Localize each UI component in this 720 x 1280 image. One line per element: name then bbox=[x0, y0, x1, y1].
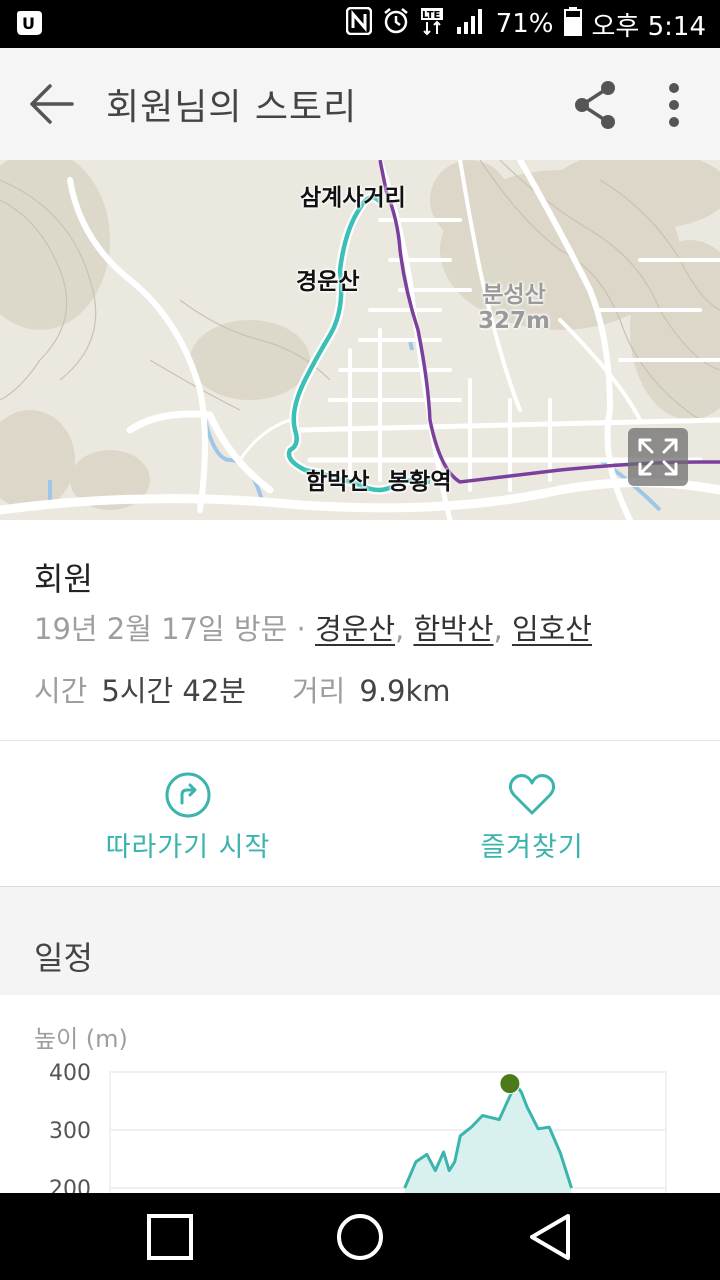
peak-separator: , bbox=[395, 612, 414, 646]
time-value: 5시간 42분 bbox=[101, 674, 246, 708]
follow-button[interactable]: 따라가기 시작 bbox=[8, 741, 368, 886]
map-label-hambaksan: 함박산 bbox=[306, 469, 370, 495]
back-nav-icon[interactable] bbox=[524, 1211, 576, 1263]
peak-link-2[interactable]: 함박산 bbox=[413, 612, 493, 646]
y-tick-label: 400 bbox=[49, 1061, 91, 1086]
elevation-chart: 높이 (m) 400 300 200 bbox=[0, 995, 720, 1193]
peak-marker bbox=[499, 1073, 521, 1095]
y-tick-label: 200 bbox=[49, 1177, 91, 1193]
visit-line: 19년 2월 17일 방문 · 경운산, 함박산, 임호산 bbox=[34, 606, 592, 648]
svg-text:LTE: LTE bbox=[422, 10, 441, 21]
alarm-icon bbox=[382, 7, 410, 42]
story-info: 회원 19년 2월 17일 방문 · 경운산, 함박산, 임호산 시간 5시간 4… bbox=[0, 520, 720, 741]
app-bar: 회원님의 스토리 bbox=[0, 48, 720, 160]
map-label-samgyesa: 삼계사거리 bbox=[300, 185, 406, 211]
page-title: 회원님의 스토리 bbox=[106, 87, 358, 128]
clock: 오후 5:14 bbox=[591, 11, 707, 42]
map-label-gyeongunsan: 경운산 bbox=[296, 269, 360, 295]
elevation-area bbox=[404, 1084, 572, 1193]
battery-percent: 71% bbox=[495, 9, 554, 39]
home-icon[interactable] bbox=[334, 1211, 386, 1263]
elevation-plot: 400 300 200 bbox=[49, 1061, 667, 1193]
map-label-bunseongsan-name: 분성산 bbox=[482, 282, 546, 308]
follow-label: 따라가기 시작 bbox=[105, 832, 271, 863]
peak-link-1[interactable]: 경운산 bbox=[315, 612, 395, 646]
distance-label: 거리 bbox=[292, 674, 346, 708]
status-bar: U LTE 71% 오후 5:14 bbox=[0, 0, 720, 48]
svg-text:U: U bbox=[22, 14, 35, 33]
more-vert-icon[interactable] bbox=[656, 78, 692, 132]
follow-arrow-icon bbox=[163, 771, 213, 819]
map-label-bonghwang-station: 봉황역 bbox=[388, 469, 452, 495]
signal-icon bbox=[456, 7, 486, 42]
expand-map-icon[interactable] bbox=[628, 428, 688, 486]
peak-separator: , bbox=[493, 612, 512, 646]
peak-link-3[interactable]: 임호산 bbox=[512, 612, 592, 646]
recent-apps-icon[interactable] bbox=[144, 1211, 196, 1263]
stats-line: 시간 5시간 42분 거리 9.9km bbox=[34, 668, 451, 710]
action-bar: 따라가기 시작 즐겨찾기 bbox=[0, 741, 720, 887]
share-icon[interactable] bbox=[570, 78, 624, 132]
lte-icon: LTE bbox=[420, 6, 446, 43]
nfc-icon bbox=[345, 6, 372, 42]
visit-date: 19년 2월 17일 방문 · bbox=[34, 612, 315, 646]
battery-icon bbox=[563, 6, 582, 43]
heart-icon bbox=[507, 771, 557, 819]
author-name: 회원 bbox=[34, 560, 93, 598]
time-label: 시간 bbox=[34, 674, 88, 708]
nav-bar bbox=[0, 1193, 720, 1280]
distance-value: 9.9km bbox=[359, 674, 451, 708]
back-arrow-icon[interactable] bbox=[26, 80, 78, 128]
schedule-section: 일정 bbox=[0, 887, 720, 995]
map-label-bunseongsan: 분성산 327m bbox=[478, 282, 550, 334]
y-tick-label: 300 bbox=[49, 1119, 91, 1144]
map-label-bunseongsan-elevation: 327m bbox=[478, 308, 550, 334]
favorite-button[interactable]: 즐겨찾기 bbox=[352, 741, 712, 886]
schedule-header: 일정 bbox=[34, 939, 93, 977]
uplus-icon: U bbox=[14, 8, 44, 38]
favorite-label: 즐겨찾기 bbox=[480, 832, 584, 863]
route-map[interactable]: 삼계사거리 경운산 분성산 327m 함박산 봉황역 bbox=[0, 160, 720, 520]
plot-frame bbox=[109, 1071, 667, 1193]
